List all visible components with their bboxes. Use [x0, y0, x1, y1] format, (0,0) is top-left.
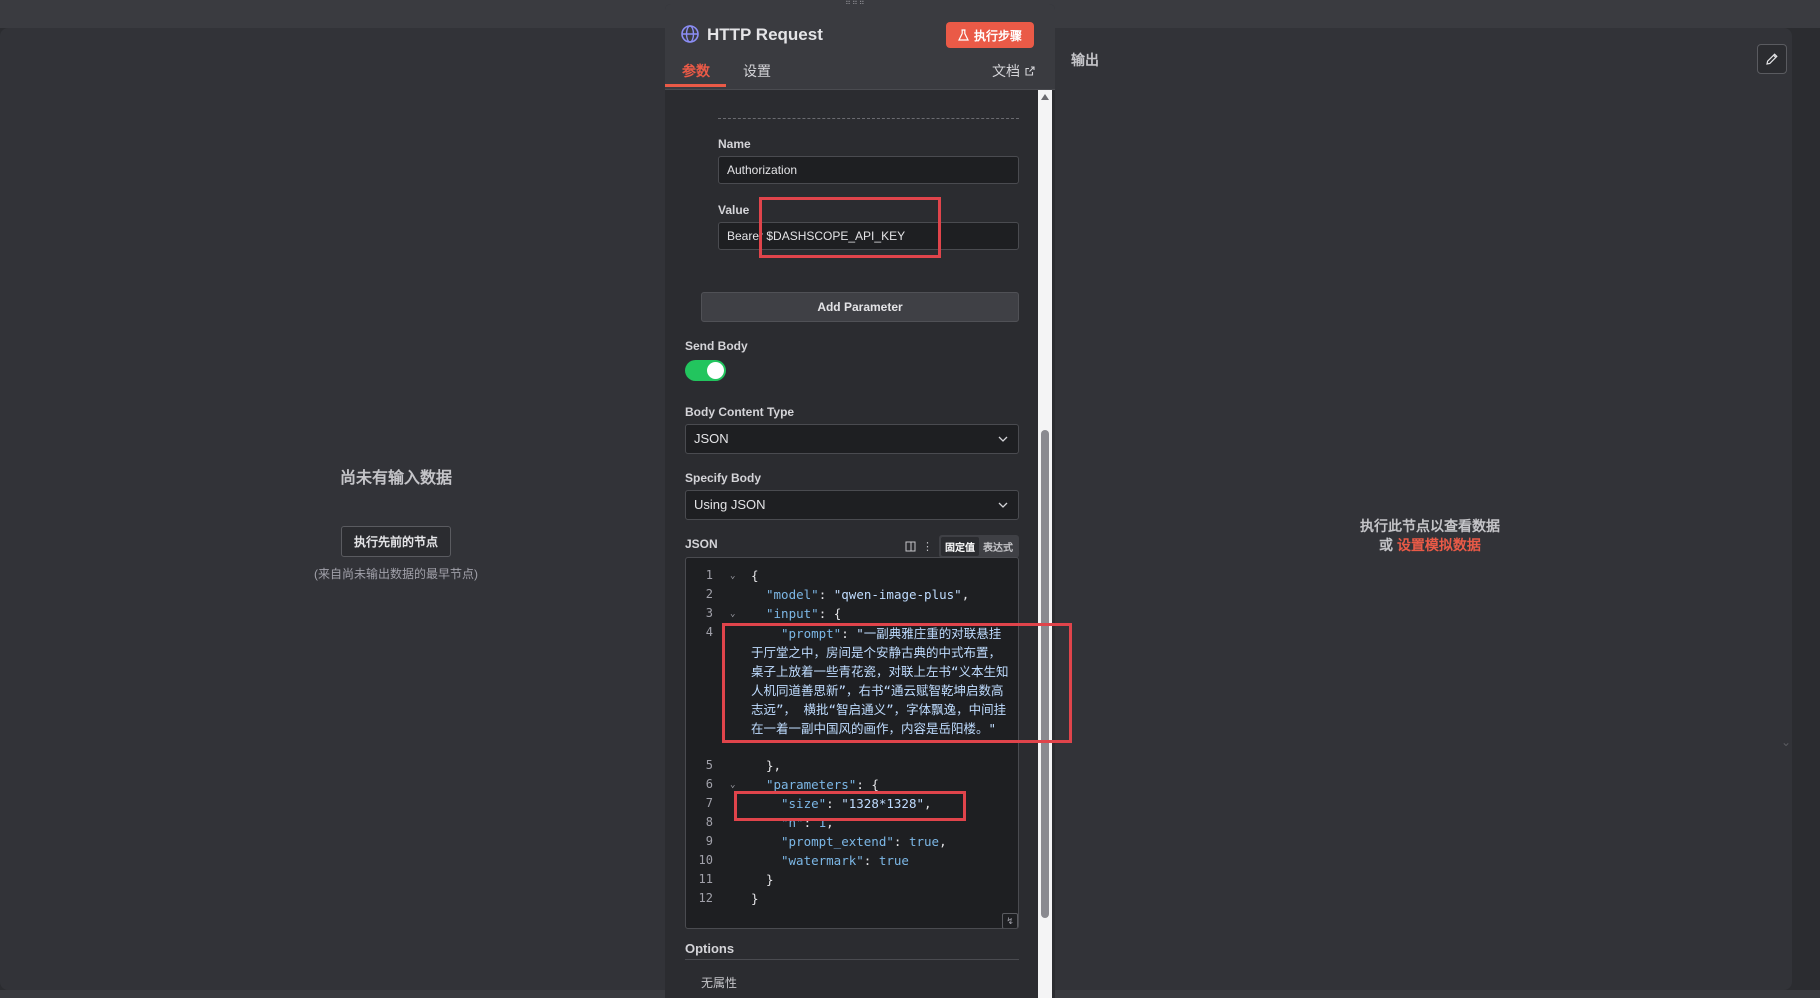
fold-arrow-icon[interactable]: ⌄	[730, 605, 735, 624]
options-divider	[685, 959, 1019, 960]
tab-parameters[interactable]: 参数	[682, 61, 710, 81]
line-number: 1	[705, 568, 713, 582]
json-key: "model"	[766, 587, 819, 602]
specify-body-select[interactable]: Using JSON	[685, 490, 1019, 520]
code-text: },	[766, 758, 782, 773]
json-label: JSON	[685, 537, 718, 551]
set-mock-data-link[interactable]: 设置模拟数据	[1397, 537, 1481, 553]
add-parameter-button[interactable]: Add Parameter	[701, 292, 1019, 322]
line-number: 3	[705, 606, 713, 620]
header-name-input[interactable]: Authorization	[718, 156, 1019, 184]
scroll-up-arrow[interactable]	[1041, 94, 1049, 100]
header-divider	[665, 89, 1055, 90]
flask-icon	[958, 29, 969, 41]
chevron-down-icon	[998, 502, 1008, 508]
json-toolbar: ⋮ 固定值 表达式	[905, 535, 1019, 558]
panel-header: HTTP Request 执行步骤 参数 设置 文档	[665, 4, 1055, 90]
output-empty-line: 执行此节点以查看数据	[1360, 518, 1500, 534]
execute-step-label: 执行步骤	[974, 28, 1023, 43]
fold-arrow-icon[interactable]: ⌄	[730, 567, 735, 586]
mode-fixed-option[interactable]: 固定值	[941, 537, 979, 556]
send-body-label: Send Body	[685, 339, 748, 353]
input-empty-title: 尚未有输入数据	[339, 470, 452, 487]
more-options-icon[interactable]: ⋮	[922, 540, 933, 553]
send-body-toggle[interactable]	[685, 360, 726, 381]
options-label: Options	[685, 941, 735, 956]
mode-expression-option[interactable]: 表达式	[979, 537, 1017, 556]
globe-icon	[681, 25, 699, 43]
header-value-label: Value	[718, 203, 750, 217]
active-tab-indicator	[665, 84, 726, 87]
body-content-type-label: Body Content Type	[685, 405, 795, 419]
docs-label: 文档	[992, 63, 1020, 79]
line-number: 9	[705, 834, 713, 848]
header-value-input[interactable]: Bearer $DASHSCOPE_API_KEY	[718, 222, 1019, 250]
edit-output-button[interactable]	[1757, 44, 1787, 74]
json-key: "watermark"	[781, 853, 864, 868]
json-key: "prompt"	[781, 626, 842, 641]
json-key: "input"	[766, 606, 819, 621]
line-number: 12	[698, 891, 713, 905]
line-number: 2	[705, 587, 713, 601]
output-empty-state: 执行此节点以查看数据 或 设置模拟数据	[1280, 517, 1580, 555]
line-number: 4	[705, 625, 713, 639]
json-value: "一副典雅庄重的对联悬挂于厅堂之中，房间是个安静古典的中式布置，桌子上放着一些青…	[751, 626, 1009, 736]
json-value: true	[908, 834, 940, 849]
json-brace: {	[871, 777, 879, 792]
chevron-down-icon	[998, 436, 1008, 442]
json-key: "parameters"	[766, 777, 857, 792]
panel-layout-icon[interactable]	[905, 541, 916, 552]
output-panel-title: 输出	[1071, 52, 1099, 68]
chevron-down-icon: ⌄	[1781, 735, 1792, 749]
execute-step-button[interactable]: 执行步骤	[946, 22, 1035, 48]
line-number: 5	[705, 758, 713, 772]
pencil-icon	[1766, 53, 1778, 65]
json-value: true	[878, 853, 909, 868]
json-brace: {	[833, 606, 842, 621]
json-key: "prompt_extend"	[781, 834, 894, 849]
line-number: 7	[705, 796, 713, 810]
external-link-icon	[1025, 66, 1035, 76]
docs-link[interactable]: 文档	[992, 61, 1035, 81]
fold-arrow-icon[interactable]: ⌄	[730, 776, 735, 795]
body-content-type-select[interactable]: JSON	[685, 424, 1019, 454]
body-content-type-value: JSON	[694, 431, 729, 446]
toggle-knob	[707, 362, 724, 379]
code-text: {	[751, 568, 759, 583]
line-number: 6	[705, 777, 713, 791]
line-number: 10	[698, 853, 713, 867]
line-number: 8	[705, 815, 713, 829]
prompt-line: "prompt": "一副典雅庄重的对联悬挂于厅堂之中，房间是个安静古典的中式布…	[751, 626, 1009, 736]
tab-settings[interactable]: 设置	[743, 61, 771, 81]
specify-body-label: Specify Body	[685, 471, 762, 485]
json-key: "n"	[781, 815, 804, 830]
value-mode-switch: 固定值 表达式	[939, 535, 1019, 558]
right-edge	[1792, 28, 1820, 998]
code-text: }	[766, 872, 774, 887]
line-number: 11	[698, 872, 713, 886]
resize-handle-icon[interactable]: ↯	[1002, 913, 1018, 928]
json-value: 1	[818, 815, 827, 830]
node-title[interactable]: HTTP Request	[707, 25, 823, 45]
code-text: }	[751, 891, 759, 906]
panel-scrollbar[interactable]	[1038, 90, 1052, 998]
json-value: "qwen-image-plus"	[833, 587, 962, 602]
parameter-separator	[718, 118, 1019, 119]
header-name-label: Name	[718, 137, 751, 151]
json-key: "size"	[781, 796, 827, 811]
json-value: "1328*1328"	[841, 796, 925, 811]
specify-body-value: Using JSON	[694, 497, 766, 512]
json-code-editor[interactable]: 1 ⌄{ 2 "model": "qwen-image-plus", 3 ⌄ "inpu…	[685, 557, 1019, 929]
input-panel-empty-state: 尚未有输入数据 执行先前的节点 (来自尚未输出数据的最早节点)	[200, 464, 592, 582]
execute-previous-nodes-button[interactable]: 执行先前的节点	[340, 526, 451, 557]
no-properties-text: 无属性	[701, 976, 738, 990]
output-empty-or: 或	[1379, 537, 1394, 553]
scrollbar-thumb[interactable]	[1041, 430, 1049, 918]
input-empty-hint: (来自尚未输出数据的最早节点)	[314, 567, 478, 581]
